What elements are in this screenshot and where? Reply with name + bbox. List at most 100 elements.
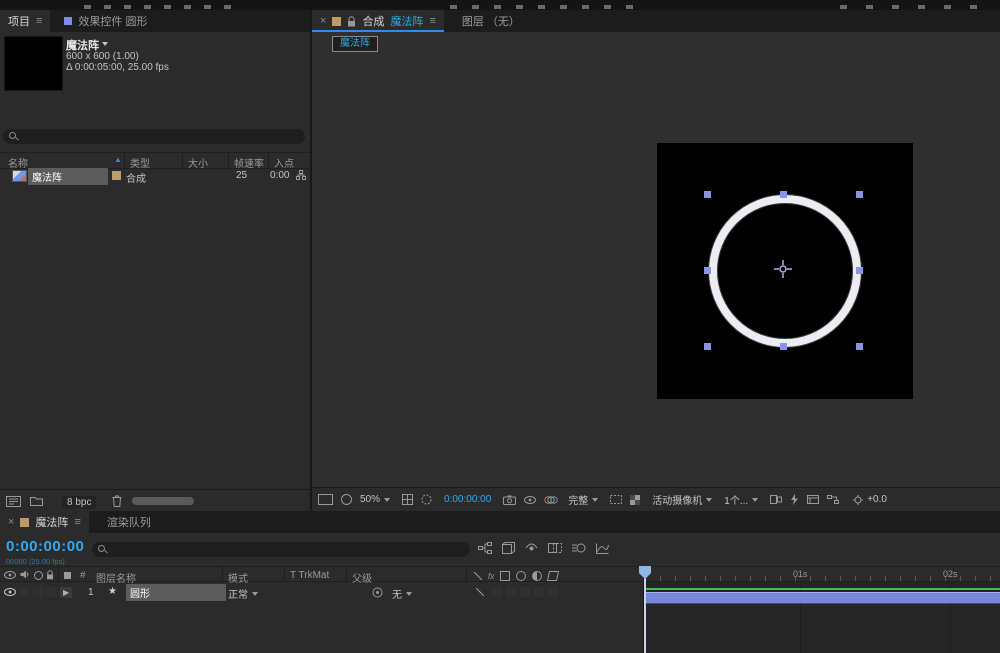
bit-depth-button[interactable]: 8 bpc [62,496,97,509]
comp-viewer[interactable]: 魔法阵 [312,32,1000,487]
label-color-swatch[interactable] [112,171,121,180]
panel-menu-icon[interactable]: ≡ [36,15,42,27]
exposure-value[interactable]: +0.0 [867,494,887,505]
shy-icon[interactable] [525,543,538,553]
channel-settings-icon[interactable] [544,495,558,505]
always-preview-icon[interactable] [318,494,333,505]
layer-name[interactable]: 圆形 [126,584,226,601]
mask-visibility-icon[interactable] [421,494,432,505]
zoom-select[interactable]: 50% [360,494,391,505]
chevron-down-icon [706,498,713,505]
tab-composition[interactable]: × 合成 魔法阵 ≡ [312,10,444,32]
viewer-comp-button[interactable]: 魔法阵 [332,36,378,52]
layer-switch-cell[interactable] [506,587,516,597]
selection-handle[interactable] [704,267,711,274]
column-mode[interactable]: 模式 [228,570,248,585]
resolution-select[interactable]: 完整 [568,492,599,507]
blend-mode-value: 正常 [228,590,248,601]
playhead-line[interactable] [644,566,646,653]
reset-exposure-icon[interactable] [853,494,864,505]
close-icon[interactable]: × [8,516,14,528]
project-search-input[interactable] [3,129,305,144]
project-thumbnail[interactable] [4,36,63,91]
layer-quality-toggle[interactable] [476,588,484,596]
project-item-row[interactable]: 魔法阵 合成 25 0:00 [0,168,310,185]
layer-visibility-icon[interactable] [4,588,16,596]
snapshot-camera-icon[interactable] [503,495,517,505]
comp-mini-flowchart-icon[interactable] [478,542,492,554]
layer-duration-bar[interactable] [645,592,1000,604]
tab-render-queue[interactable]: 渲染队列 [99,511,159,533]
selection-handle[interactable] [856,343,863,350]
top-toolbar-icon-fragments [450,5,645,9]
sort-ascending-icon[interactable]: ▲ [114,155,122,164]
column-parent[interactable]: 父级 [352,570,372,585]
top-toolbar-icon-fragments [840,5,980,9]
timeline-search-input[interactable] [92,542,470,557]
anchor-point-icon[interactable] [774,260,792,278]
grid-guides-icon[interactable] [402,494,414,505]
selection-handle[interactable] [780,191,787,198]
view-layout-select[interactable]: 1个... [724,492,759,507]
close-icon[interactable]: × [320,15,326,27]
selection-handle[interactable] [704,343,711,350]
composition-panel: × 合成 魔法阵 ≡ 图层 （无） 魔法阵 50% 0:00:00:00 完整 … [312,10,1000,511]
selection-handle[interactable] [780,343,787,350]
timeline-timecode[interactable]: 0:00:00:00 [6,538,84,555]
graph-editor-icon[interactable] [596,543,609,554]
timeline-button-icon[interactable] [807,495,820,504]
layer-switch-cell[interactable] [492,587,502,597]
top-toolbar [0,0,1000,10]
audio-toggle-cell[interactable] [19,587,29,597]
magnification-icon[interactable] [341,494,352,505]
selection-handle[interactable] [704,191,711,198]
layer-index: 1 [88,587,94,598]
shape-layer-icon: ★ [108,586,117,597]
column-divider[interactable] [182,153,183,168]
layer-switch-cell[interactable] [534,587,544,597]
column-layer-name[interactable]: 图层名称 [96,570,136,585]
tab-timeline-comp[interactable]: × 魔法阵 ≡ [0,511,89,533]
label-column-icon[interactable] [64,572,71,579]
column-divider[interactable] [124,153,125,168]
horizontal-scrollbar[interactable] [132,497,194,505]
project-item-name[interactable]: 魔法阵 [28,168,108,185]
new-folder-icon[interactable] [30,496,43,506]
panel-menu-icon[interactable]: ≡ [429,15,435,27]
column-divider[interactable] [268,153,269,168]
lock-toggle-cell[interactable] [47,587,57,597]
blend-mode-select[interactable]: 正常 [228,586,258,601]
solo-toggle-cell[interactable] [33,587,43,597]
tab-effect-controls[interactable]: 效果控件 圆形 [56,10,155,32]
interpret-footage-icon[interactable] [6,496,21,507]
layer-switch-cell[interactable] [520,587,530,597]
frame-blend-icon[interactable] [548,543,562,553]
draft-3d-icon[interactable] [502,542,515,554]
tab-layer[interactable]: 图层 （无） [454,10,528,32]
pixel-aspect-correction-icon[interactable] [770,495,783,504]
selection-handle[interactable] [856,267,863,274]
active-camera-select[interactable]: 活动摄像机 [652,492,713,507]
transparency-grid-icon[interactable] [630,494,641,505]
column-trkmat[interactable]: T TrkMat [290,570,329,581]
region-of-interest-icon[interactable] [610,495,623,504]
lock-icon[interactable] [347,15,356,27]
trash-icon[interactable] [112,495,122,507]
panel-menu-icon[interactable]: ≡ [74,516,80,528]
tab-project[interactable]: 项目 ≡ [0,10,51,32]
layer-switch-cell[interactable] [548,587,558,597]
show-snapshot-icon[interactable] [524,495,537,504]
comp-flowchart-icon[interactable] [827,495,840,504]
motion-blur-icon[interactable] [572,543,586,553]
selection-handle[interactable] [856,191,863,198]
column-divider [346,567,347,581]
parent-pickwhip-icon[interactable] [372,587,383,598]
column-divider[interactable] [228,153,229,168]
comp-timecode[interactable]: 0:00:00:00 [444,494,491,505]
fast-previews-icon[interactable] [790,494,799,505]
layer-expander-icon[interactable]: ▶ [60,587,73,598]
layer-row[interactable]: ▶ 1 ★ 圆形 正常 无 [0,584,643,601]
parent-select[interactable]: 无 [392,586,412,601]
timeline-ruler[interactable]: 01s 02s [645,566,1000,582]
column-index[interactable]: # [80,570,86,581]
